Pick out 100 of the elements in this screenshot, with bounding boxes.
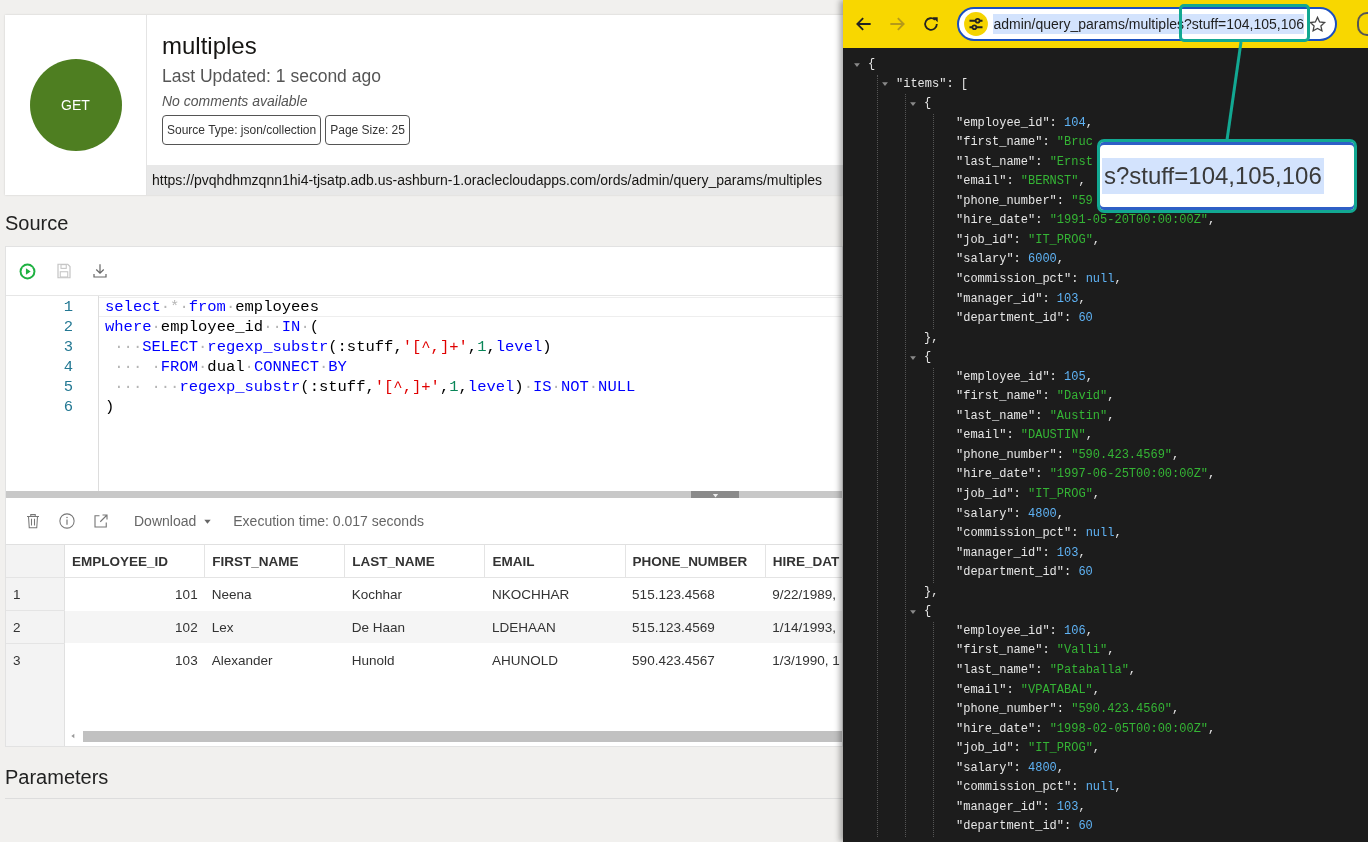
json-line: { <box>924 603 932 621</box>
table-cell: Alexander <box>204 643 345 677</box>
json-punctuation: , <box>1092 681 1101 699</box>
column-header[interactable]: EMPLOYEE_ID <box>64 545 205 578</box>
json-value: null <box>1085 779 1115 797</box>
json-value: "VPATABAL" <box>1020 681 1093 699</box>
json-punctuation: , <box>1085 114 1093 132</box>
save-icon <box>55 262 73 280</box>
line-number: 4 <box>62 357 74 377</box>
json-value: null <box>1085 525 1115 543</box>
table-cell: 515.123.4569 <box>625 610 766 644</box>
json-key: "department_id": <box>956 309 1079 329</box>
json-key: "job_id": <box>956 230 1028 251</box>
json-key: "salary": <box>956 504 1028 525</box>
json-punctuation: , <box>1092 740 1101 758</box>
table-cell: Hunold <box>344 643 485 677</box>
json-key: "commission_pct": <box>956 778 1086 798</box>
json-value: "IT_PROG" <box>1028 231 1093 249</box>
last-updated-text: Last Updated: 1 second ago <box>162 66 382 87</box>
table-cell: 515.123.4568 <box>625 577 766 611</box>
line-number: 6 <box>62 397 74 417</box>
json-key: "department_id": <box>956 563 1079 583</box>
column-header[interactable]: EMAIL <box>484 545 626 578</box>
json-key: "employee_id": <box>956 113 1065 134</box>
code-line: ··· ···regexp_substr(:stuff,'[^,]+',1,level)·IS·NOT·NULL <box>113 377 637 397</box>
json-key: "commission_pct": <box>956 270 1086 290</box>
json-punctuation: , <box>1172 701 1180 719</box>
profile-icon[interactable] <box>1357 12 1368 36</box>
run-icon <box>18 261 37 281</box>
download-menu[interactable]: Download <box>134 513 214 529</box>
json-punctuation: , <box>1128 661 1137 679</box>
json-line: { <box>924 95 932 113</box>
json-value: "Austin" <box>1049 407 1108 425</box>
json-key: "commission_pct": <box>956 524 1086 544</box>
download-icon <box>91 262 109 280</box>
json-value: 106 <box>1064 622 1086 640</box>
column-header[interactable]: HIRE_DAT <box>765 545 842 578</box>
execution-time: Execution time: 0.017 seconds <box>233 513 424 529</box>
code-line: select·*·from·employees <box>99 297 842 317</box>
json-key: "email": <box>956 680 1021 701</box>
json-value: 60 <box>1078 564 1093 582</box>
line-number: 1 <box>62 297 74 317</box>
json-value: 103 <box>1056 798 1079 816</box>
column-header[interactable]: PHONE_NUMBER <box>625 545 766 578</box>
json-value: 60 <box>1078 818 1093 836</box>
download-button[interactable] <box>91 262 109 280</box>
column-header[interactable]: FIRST_NAME <box>204 545 345 578</box>
json-value: "590.423.4569" <box>1071 446 1173 464</box>
json-key: "salary": <box>956 758 1028 779</box>
json-punctuation: , <box>1107 388 1115 406</box>
json-key: "manager_id": <box>956 543 1057 564</box>
method-badge: GET <box>29 59 122 151</box>
json-punctuation: , <box>1107 642 1115 660</box>
json-punctuation: , <box>1078 290 1086 308</box>
json-punctuation: , <box>1208 466 1216 484</box>
line-number: 5 <box>62 377 74 397</box>
info-tag: Page Size: 25 <box>325 115 410 145</box>
delete-button[interactable] <box>24 512 42 530</box>
json-key: "first_name": <box>956 641 1057 661</box>
json-key: "hire_date": <box>956 465 1050 486</box>
line-number: 2 <box>62 317 74 337</box>
json-punctuation: , <box>1056 759 1065 777</box>
site-info-icon[interactable] <box>963 11 990 37</box>
json-line: { <box>924 349 932 367</box>
table-cell: Kochhar <box>344 577 485 611</box>
json-value: "Ernst <box>1049 153 1093 171</box>
json-key: "job_id": <box>956 739 1028 759</box>
json-value: 6000 <box>1028 251 1057 269</box>
json-punctuation: , <box>1208 720 1216 738</box>
caret-icon <box>710 491 720 500</box>
json-key: "manager_id": <box>956 289 1057 310</box>
run-button[interactable] <box>18 261 37 281</box>
json-punctuation: , <box>1085 427 1093 445</box>
json-value: 105 <box>1064 368 1086 386</box>
json-key: "phone_number": <box>956 445 1072 466</box>
json-key: "manager_id": <box>956 797 1057 818</box>
json-punctuation: , <box>1172 446 1180 464</box>
open-external-button[interactable] <box>92 512 110 530</box>
scroll-left-icon[interactable] <box>69 732 77 740</box>
json-value: "IT_PROG" <box>1028 740 1093 758</box>
json-value: "David" <box>1056 388 1108 406</box>
json-punctuation: , <box>1114 779 1122 797</box>
resource-title: multiples <box>162 31 258 61</box>
json-key: "last_name": <box>956 406 1050 427</box>
section-heading: Parameters <box>5 765 110 790</box>
table-cell: Neena <box>204 577 345 611</box>
json-key: "hire_date": <box>956 719 1050 740</box>
code-line: where·employee_id··IN·( <box>104 317 320 337</box>
star-icon[interactable] <box>1308 14 1328 34</box>
column-header[interactable]: LAST_NAME <box>344 545 485 578</box>
json-value: "1997-06-25T00:00:00Z" <box>1049 466 1209 484</box>
json-punctuation: , <box>1092 486 1101 504</box>
json-value: 60 <box>1078 310 1093 328</box>
json-punctuation: , <box>1078 544 1086 562</box>
splitter-handle[interactable] <box>691 491 739 498</box>
json-value: 4800 <box>1028 759 1057 777</box>
info-button[interactable] <box>58 512 76 530</box>
json-value: "Pataballa" <box>1049 661 1129 679</box>
json-value: "1991-05-20T00:00:00Z" <box>1049 212 1209 230</box>
scrollbar-thumb[interactable] <box>83 730 842 742</box>
